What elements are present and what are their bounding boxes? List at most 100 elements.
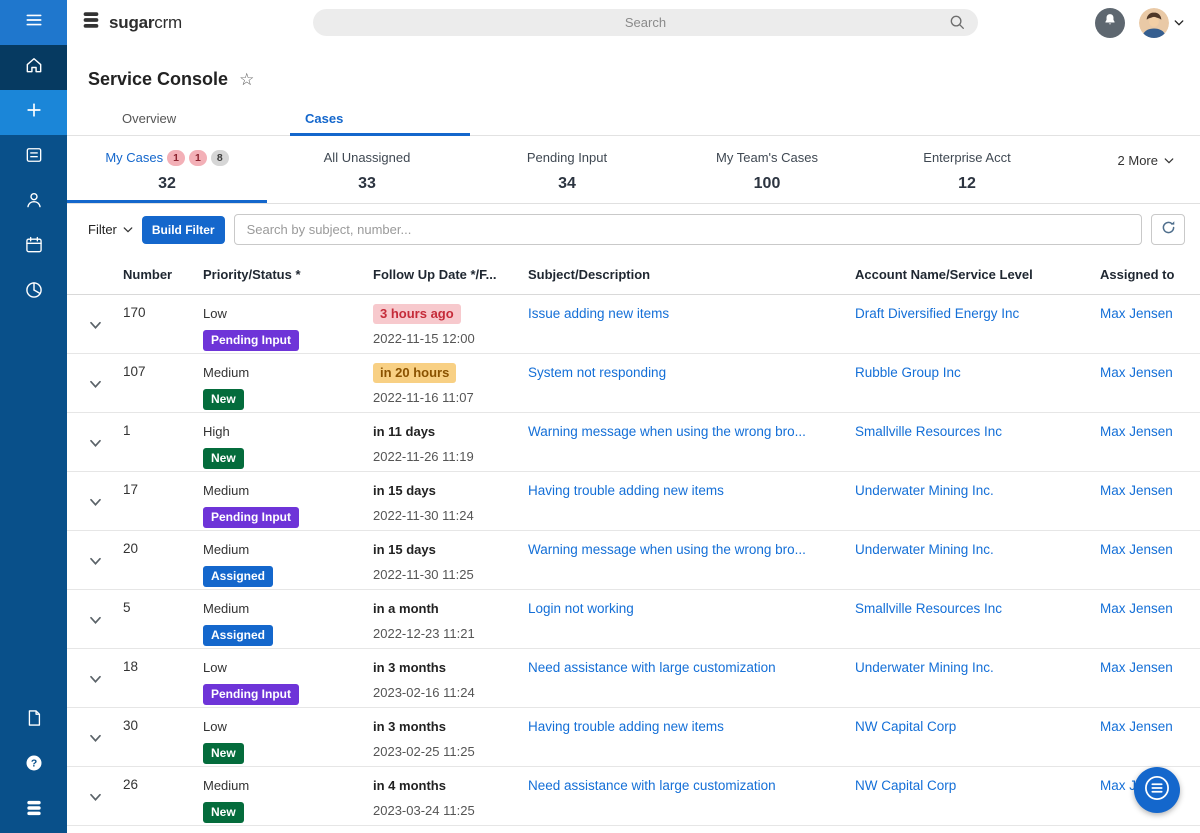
sidebar-item-calendar[interactable] (0, 225, 67, 270)
app-root: ? sugarcrm (0, 0, 1200, 833)
assigned-to-link[interactable]: Max Jensen (1100, 540, 1192, 557)
expand-row-chevron-icon[interactable] (89, 435, 102, 453)
build-filter-button[interactable]: Build Filter (142, 216, 225, 244)
sidebar-item-sugar-apps[interactable] (0, 788, 67, 833)
account-link[interactable]: Smallville Resources Inc (855, 422, 1092, 439)
case-subject-link[interactable]: Having trouble adding new items (528, 717, 847, 734)
case-subject-link[interactable]: Warning message when using the wrong bro… (528, 540, 847, 557)
table-row[interactable]: 26 Medium New in 4 months 2023-03-24 11:… (67, 767, 1200, 826)
assigned-to-link[interactable]: Max Jensen (1100, 599, 1192, 616)
sidebar-item-help[interactable]: ? (0, 743, 67, 788)
case-subject-link[interactable]: Login not working (528, 599, 847, 616)
case-tab-my-teams-cases[interactable]: My Team's Cases 100 (667, 136, 867, 203)
column-priority-status[interactable]: Priority/Status * (203, 255, 373, 295)
case-number: 20 (123, 541, 138, 556)
chevron-down-icon (1164, 153, 1174, 168)
case-tab-count: 100 (667, 175, 867, 193)
help-icon: ? (24, 753, 44, 778)
expand-row-chevron-icon[interactable] (89, 553, 102, 571)
case-tab-pending-input[interactable]: Pending Input 34 (467, 136, 667, 203)
column-expand (67, 255, 123, 295)
table-row[interactable]: 20 Medium Assigned in 15 days 2022-11-30… (67, 531, 1200, 590)
quick-actions-fab[interactable] (1134, 767, 1180, 813)
account-link[interactable]: Underwater Mining Inc. (855, 658, 1092, 675)
status-badge: Pending Input (203, 330, 299, 351)
account-link[interactable]: Smallville Resources Inc (855, 599, 1092, 616)
status-badge: Assigned (203, 566, 273, 587)
sidebar-item-modules[interactable] (0, 135, 67, 180)
sidebar-item-documentation[interactable] (0, 698, 67, 743)
main-menu-button[interactable] (0, 0, 67, 45)
table-row[interactable]: 18 Low Pending Input in 3 months 2023-02… (67, 649, 1200, 708)
account-link[interactable]: NW Capital Corp (855, 776, 1092, 793)
table-row[interactable]: 1 High New in 11 days 2022-11-26 11:19 W… (67, 413, 1200, 472)
case-subject-link[interactable]: Issue adding new items (528, 304, 847, 321)
followup-relative: in 20 hours (373, 363, 456, 383)
table-row[interactable]: 107 Medium New in 20 hours 2022-11-16 11… (67, 354, 1200, 413)
case-subject-link[interactable]: Having trouble adding new items (528, 481, 847, 498)
expand-row-chevron-icon[interactable] (89, 789, 102, 807)
column-number[interactable]: Number (123, 255, 203, 295)
status-badge: New (203, 389, 244, 410)
column-followup-date[interactable]: Follow Up Date */F... (373, 255, 528, 295)
alert-badge: 1 (189, 150, 207, 166)
favorite-star-icon[interactable]: ☆ (239, 71, 254, 88)
case-tab-my-cases[interactable]: My Cases118 32 (67, 136, 267, 203)
assigned-to-link[interactable]: Max Jensen (1100, 717, 1192, 734)
expand-row-chevron-icon[interactable] (89, 494, 102, 512)
tab-overview[interactable]: Overview (67, 102, 290, 135)
case-list-search-input[interactable] (234, 214, 1142, 245)
sugarcrm-logo[interactable]: sugarcrm (80, 9, 313, 36)
refresh-button[interactable] (1151, 214, 1185, 245)
case-number: 107 (123, 364, 146, 379)
account-link[interactable]: Underwater Mining Inc. (855, 481, 1092, 498)
followup-relative: in a month (373, 599, 439, 619)
assigned-to-link[interactable]: Max Jensen (1100, 481, 1192, 498)
column-subject-description[interactable]: Subject/Description (528, 255, 855, 295)
table-row[interactable]: 30 Low New in 3 months 2023-02-25 11:25 … (67, 708, 1200, 767)
assigned-to-link[interactable]: Max Jensen (1100, 658, 1192, 675)
expand-row-chevron-icon[interactable] (89, 612, 102, 630)
assigned-to-link[interactable]: Max Jensen (1100, 422, 1192, 439)
account-link[interactable]: Underwater Mining Inc. (855, 540, 1092, 557)
tab-cases[interactable]: Cases (290, 102, 470, 135)
table-row[interactable]: 5 Medium Assigned in a month 2022-12-23 … (67, 590, 1200, 649)
status-badge: New (203, 802, 244, 823)
case-tab-enterprise-acct[interactable]: Enterprise Acct 12 (867, 136, 1067, 203)
expand-row-chevron-icon[interactable] (89, 376, 102, 394)
followup-date: 2022-12-23 11:21 (373, 626, 520, 641)
notifications-button[interactable] (1095, 8, 1125, 38)
table-row[interactable]: 170 Low Pending Input 3 hours ago 2022-1… (67, 295, 1200, 354)
case-tab-all-unassigned[interactable]: All Unassigned 33 (267, 136, 467, 203)
status-badge: Pending Input (203, 507, 299, 528)
sidebar: ? (0, 0, 67, 833)
assigned-to-link[interactable]: Max Jensen (1100, 363, 1192, 380)
user-menu-chevron-icon (1174, 14, 1184, 32)
sidebar-item-contacts[interactable] (0, 180, 67, 225)
sidebar-item-home[interactable] (0, 45, 67, 90)
person-icon (24, 190, 44, 215)
sidebar-item-reports[interactable] (0, 270, 67, 315)
followup-date: 2022-11-30 11:24 (373, 508, 520, 523)
account-link[interactable]: NW Capital Corp (855, 717, 1092, 734)
case-subject-link[interactable]: Warning message when using the wrong bro… (528, 422, 847, 439)
column-assigned-to[interactable]: Assigned to (1100, 255, 1200, 295)
case-subject-link[interactable]: System not responding (528, 363, 847, 380)
case-subject-link[interactable]: Need assistance with large customization (528, 776, 847, 793)
column-account-service-level[interactable]: Account Name/Service Level (855, 255, 1100, 295)
expand-row-chevron-icon[interactable] (89, 317, 102, 335)
expand-row-chevron-icon[interactable] (89, 671, 102, 689)
account-link[interactable]: Rubble Group Inc (855, 363, 1092, 380)
global-search-input[interactable] (313, 9, 978, 36)
assigned-to-link[interactable]: Max Jensen (1100, 304, 1192, 321)
expand-row-chevron-icon[interactable] (89, 730, 102, 748)
case-priority: Medium (203, 481, 365, 501)
sidebar-item-create[interactable] (0, 90, 67, 135)
plus-icon (24, 100, 44, 125)
more-tabs-button[interactable]: 2 More (1118, 136, 1200, 168)
table-row[interactable]: 17 Medium Pending Input in 15 days 2022-… (67, 472, 1200, 531)
account-link[interactable]: Draft Diversified Energy Inc (855, 304, 1092, 321)
filter-dropdown[interactable]: Filter (88, 222, 133, 237)
user-menu[interactable] (1139, 8, 1184, 38)
case-subject-link[interactable]: Need assistance with large customization (528, 658, 847, 675)
